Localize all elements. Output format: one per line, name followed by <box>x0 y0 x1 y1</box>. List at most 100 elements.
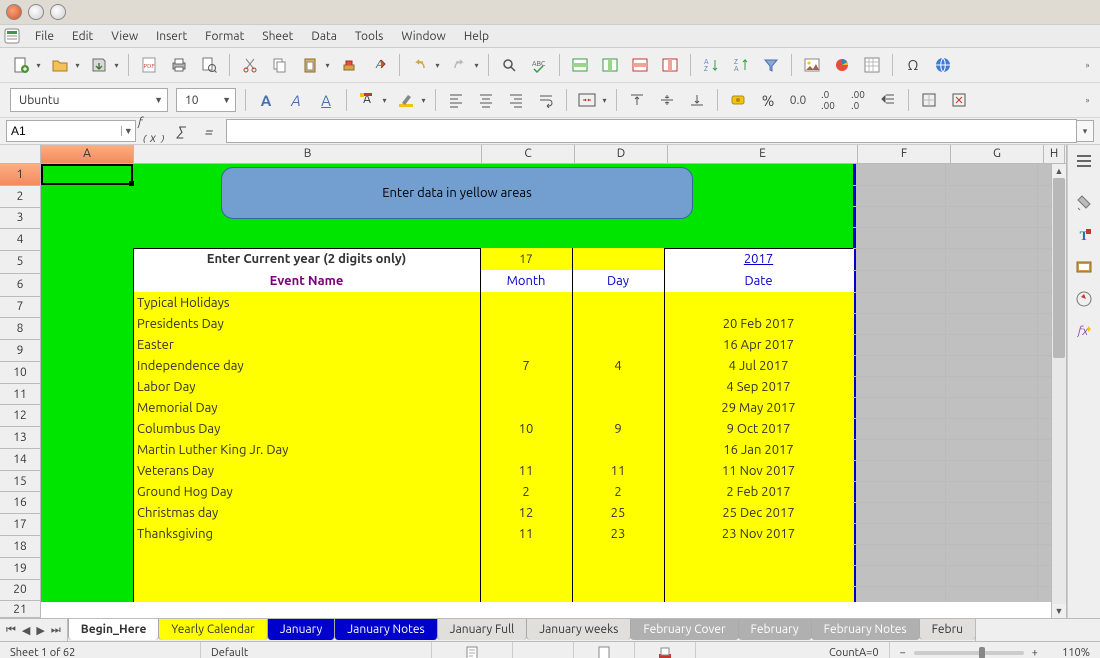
row-header-14[interactable]: 14 <box>0 449 40 471</box>
redo-dropdown[interactable]: ▾ <box>472 53 481 77</box>
column-header-D[interactable]: D <box>575 145 668 163</box>
column-header-E[interactable]: E <box>668 145 858 163</box>
window-minimize-button[interactable] <box>28 4 44 20</box>
insert-column-button[interactable] <box>597 52 623 78</box>
properties-icon[interactable] <box>1070 189 1098 217</box>
menu-format[interactable]: Format <box>196 28 253 45</box>
special-char-button[interactable]: Ω <box>900 52 926 78</box>
row-header-11[interactable]: 11 <box>0 384 40 406</box>
column-header-A[interactable]: A <box>41 145 134 163</box>
navigator-icon[interactable] <box>1070 285 1098 313</box>
column-header-H[interactable]: H <box>1044 145 1065 163</box>
row-header-16[interactable]: 16 <box>0 492 40 514</box>
new-document-button[interactable] <box>8 52 34 78</box>
menu-window[interactable]: Window <box>392 28 454 45</box>
insert-pivot-button[interactable] <box>859 52 885 78</box>
align-left-button[interactable] <box>443 87 469 113</box>
paste-button[interactable] <box>297 52 323 78</box>
cut-button[interactable] <box>237 52 263 78</box>
menu-tools[interactable]: Tools <box>346 28 393 45</box>
function-wizard-button[interactable]: f﹙x﹚ <box>142 120 164 142</box>
tab-first-button[interactable]: ⏮ <box>6 624 16 637</box>
sheet-tab[interactable]: February Notes <box>811 619 920 640</box>
sort-asc-button[interactable]: AZ <box>698 52 724 78</box>
clear-formatting-button[interactable]: A <box>366 52 392 78</box>
toolbar2-overflow[interactable]: » <box>1083 88 1092 112</box>
styles-icon[interactable]: T <box>1070 221 1098 249</box>
highlight-dropdown[interactable]: ▾ <box>419 88 428 112</box>
align-center-button[interactable] <box>473 87 499 113</box>
insert-row-button[interactable] <box>567 52 593 78</box>
column-header-B[interactable]: B <box>134 145 482 163</box>
sort-desc-button[interactable]: ZA <box>728 52 754 78</box>
menu-edit[interactable]: Edit <box>63 28 102 45</box>
tab-prev-button[interactable]: ◀ <box>22 624 30 637</box>
row-header-5[interactable]: 5 <box>0 251 40 274</box>
find-button[interactable] <box>496 52 522 78</box>
sheet-tab[interactable]: Begin_Here <box>68 619 160 640</box>
undo-button[interactable] <box>407 52 433 78</box>
copy-button[interactable] <box>267 52 293 78</box>
row-header-3[interactable]: 3 <box>0 208 40 230</box>
functions-icon[interactable]: fx <box>1070 317 1098 345</box>
delete-row-button[interactable] <box>627 52 653 78</box>
row-header-4[interactable]: 4 <box>0 229 40 251</box>
border-style-button[interactable] <box>946 87 972 113</box>
column-header-C[interactable]: C <box>482 145 575 163</box>
sheet-tab[interactable]: January weeks <box>526 619 631 640</box>
row-header-8[interactable]: 8 <box>0 318 40 340</box>
page-style[interactable]: Default <box>201 642 432 658</box>
sheet-tab[interactable]: February <box>738 619 812 640</box>
zoom-value[interactable]: 110% <box>1038 647 1090 658</box>
open-button[interactable] <box>47 52 73 78</box>
font-color-dropdown[interactable]: ▾ <box>380 88 389 112</box>
align-bottom-button[interactable] <box>684 87 710 113</box>
row-header-15[interactable]: 15 <box>0 471 40 493</box>
insert-mode[interactable] <box>432 642 513 658</box>
row-header-17[interactable]: 17 <box>0 514 40 536</box>
zoom-out-button[interactable]: − <box>900 647 906 658</box>
sheet-tab[interactable]: February Cover <box>630 619 738 640</box>
align-top-button[interactable] <box>624 87 650 113</box>
sheet-tab[interactable]: Yearly Calendar <box>158 619 267 640</box>
sidebar-settings-icon[interactable] <box>1070 147 1098 175</box>
name-box-dropdown[interactable]: ▼ <box>121 126 135 136</box>
save-button[interactable] <box>86 52 112 78</box>
align-middle-button[interactable] <box>654 87 680 113</box>
italic-button[interactable]: A <box>283 87 309 113</box>
wrap-text-button[interactable] <box>533 87 559 113</box>
signature-icon[interactable] <box>635 642 696 658</box>
row-header-12[interactable]: 12 <box>0 405 40 427</box>
decrease-indent-button[interactable] <box>875 87 901 113</box>
row-header-9[interactable]: 9 <box>0 340 40 362</box>
number-format-button[interactable]: 0.0 <box>785 87 811 113</box>
cell-summary[interactable]: CountA=0 <box>696 642 890 658</box>
redo-button[interactable] <box>446 52 472 78</box>
tab-next-button[interactable]: ▶ <box>36 624 44 637</box>
row-header-7[interactable]: 7 <box>0 297 40 319</box>
menu-file[interactable]: File <box>26 28 63 45</box>
remove-decimal-button[interactable]: .00.0 <box>845 87 871 113</box>
window-close-button[interactable] <box>6 4 22 20</box>
font-color-button[interactable]: A <box>354 87 380 113</box>
row-header-10[interactable]: 10 <box>0 362 40 384</box>
cell-reference-input[interactable] <box>7 124 121 138</box>
zoom-slider[interactable] <box>914 651 1024 655</box>
save-dropdown[interactable]: ▾ <box>112 53 121 77</box>
sheet-tab[interactable]: January Full <box>437 619 528 640</box>
row-header-2[interactable]: 2 <box>0 186 40 208</box>
column-header-F[interactable]: F <box>858 145 951 163</box>
gallery-icon[interactable] <box>1070 253 1098 281</box>
row-header-6[interactable]: 6 <box>0 274 40 297</box>
export-pdf-button[interactable]: PDF <box>136 52 162 78</box>
spellcheck-button[interactable]: ABC <box>526 52 552 78</box>
highlight-button[interactable] <box>393 87 419 113</box>
bold-button[interactable]: A <box>253 87 279 113</box>
align-right-button[interactable] <box>503 87 529 113</box>
percent-button[interactable]: % <box>755 87 781 113</box>
paste-dropdown[interactable]: ▾ <box>323 53 332 77</box>
menu-sheet[interactable]: Sheet <box>253 28 302 45</box>
print-button[interactable] <box>166 52 192 78</box>
scroll-up-button[interactable]: ▲ <box>1052 164 1066 178</box>
formula-expand-button[interactable]: ▾ <box>1077 120 1094 142</box>
